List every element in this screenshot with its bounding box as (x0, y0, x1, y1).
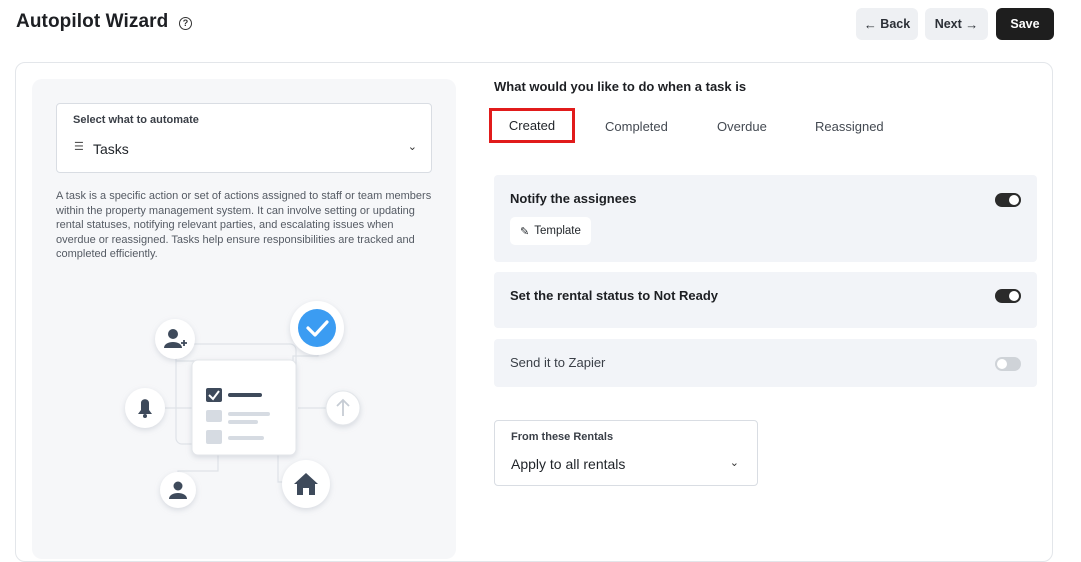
next-button[interactable]: Next → (925, 8, 988, 40)
page-title: Autopilot Wizard (16, 11, 169, 32)
toggle-knob (997, 359, 1007, 369)
chevron-down-icon: ⌄ (729, 457, 739, 469)
arrow-left-icon: ← (863, 16, 877, 32)
template-button-label: Template (534, 225, 581, 237)
rentals-select-value: Apply to all rentals (511, 456, 626, 472)
tab-reassigned[interactable]: Reassigned (815, 119, 884, 134)
template-button[interactable]: ✎ Template (510, 217, 591, 245)
zapier-toggle[interactable] (995, 357, 1021, 371)
automate-select-value: Tasks (93, 141, 129, 157)
pencil-icon: ✎ (520, 225, 530, 238)
list-icon: ☰ (74, 141, 84, 153)
notify-assignees-toggle[interactable] (995, 193, 1021, 207)
help-icon[interactable]: ? (179, 17, 192, 30)
rentals-select[interactable]: From these Rentals Apply to all rentals … (494, 420, 758, 486)
arrow-right-icon: → (965, 16, 979, 32)
save-button[interactable]: Save (996, 8, 1054, 40)
chevron-down-icon: ⌄ (407, 141, 417, 153)
toggle-knob (1009, 291, 1019, 301)
automation-description: A task is a specific action or set of ac… (56, 190, 432, 261)
rentals-select-label: From these Rentals (511, 431, 614, 443)
back-button[interactable]: ← Back (856, 8, 918, 40)
rental-status-toggle[interactable] (995, 289, 1021, 303)
next-button-label: Next (934, 17, 962, 31)
option-title: Notify the assignees (510, 191, 637, 206)
toggle-knob (1009, 195, 1019, 205)
option-title: Set the rental status to Not Ready (510, 288, 719, 303)
option-title: Send it to Zapier (510, 355, 606, 370)
tasks-illustration (125, 301, 361, 508)
tab-completed[interactable]: Completed (605, 119, 668, 134)
option-notify-assignees: Notify the assignees ✎ Template (494, 175, 1037, 262)
back-button-label: Back (880, 17, 911, 31)
tab-overdue[interactable]: Overdue (717, 119, 767, 134)
automate-select-label: Select what to automate (73, 114, 199, 126)
option-send-zapier: Send it to Zapier (494, 339, 1037, 387)
automate-select[interactable]: Select what to automate ☰ Tasks ⌄ (56, 103, 432, 173)
option-set-rental-status: Set the rental status to Not Ready (494, 272, 1037, 328)
trigger-question: What would you like to do when a task is (494, 79, 747, 94)
tab-created[interactable]: Created (489, 108, 575, 143)
